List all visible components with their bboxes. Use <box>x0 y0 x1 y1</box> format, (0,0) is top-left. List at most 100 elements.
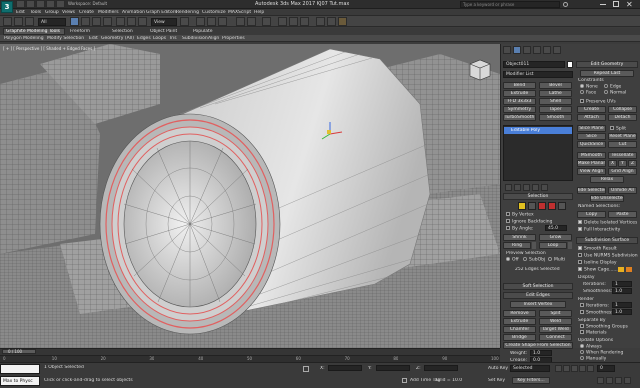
close-icon[interactable]: ✕ <box>626 0 633 9</box>
hierarchy-tab-icon[interactable] <box>523 46 531 54</box>
polygon-mode-icon[interactable] <box>548 202 556 210</box>
undo-icon[interactable] <box>46 0 55 8</box>
pan-icon[interactable] <box>606 377 613 384</box>
add-time-tag[interactable]: Add Time Tag <box>410 378 440 383</box>
maximize-icon[interactable] <box>613 1 619 7</box>
scale-icon[interactable] <box>138 17 147 26</box>
weight-spinner[interactable]: 1.0 <box>530 350 552 356</box>
hide-selected-button[interactable]: Hide Selected <box>577 187 606 194</box>
mod-taper-button[interactable]: Taper <box>539 106 572 113</box>
window-crossing-icon[interactable] <box>103 17 112 26</box>
object-color-swatch[interactable] <box>567 61 573 68</box>
menu-edit[interactable]: Edit <box>16 10 25 15</box>
modify-tab-icon[interactable] <box>513 46 521 54</box>
percent-snap-icon[interactable] <box>218 17 227 26</box>
shrink-button[interactable]: Shrink <box>503 234 536 241</box>
zoom-icon[interactable] <box>597 377 604 384</box>
mod-smooth-button[interactable]: Smooth <box>539 114 572 121</box>
mod-shell-button[interactable]: Shell <box>539 98 572 105</box>
render-smoothness-spinner[interactable]: 1.0 <box>612 309 632 315</box>
render-icon[interactable] <box>338 17 347 26</box>
x-coordinate-field[interactable] <box>328 365 362 371</box>
configure-sets-icon[interactable] <box>541 184 548 191</box>
constraint-edge-radio[interactable]: Edge <box>604 84 621 90</box>
key-filters-button[interactable]: Key Filters... <box>512 377 550 384</box>
mod-extrude-button[interactable]: Extrude <box>503 90 536 97</box>
layer-icon[interactable] <box>262 17 271 26</box>
preview-off-radio[interactable]: Off <box>506 257 519 263</box>
maxscript-listener-top[interactable] <box>0 364 40 374</box>
create-button[interactable]: Create <box>577 106 606 113</box>
rect-select-icon[interactable] <box>92 17 101 26</box>
mod-bend-button[interactable]: Bend <box>503 82 536 89</box>
materials-checkbox[interactable]: Materials <box>580 330 607 336</box>
make-unique-icon[interactable] <box>523 184 530 191</box>
render-iterations-checkbox[interactable]: Iterations: <box>580 303 609 309</box>
select-by-name-icon[interactable] <box>81 17 90 26</box>
mod-lathe-button[interactable]: Lathe <box>539 90 572 97</box>
connect-button[interactable]: Connect <box>539 334 572 341</box>
lock-selection-icon[interactable] <box>303 366 309 372</box>
by-vertex-checkbox[interactable]: By Vertex <box>506 212 534 218</box>
tab-freeform[interactable]: Freeform <box>70 29 90 34</box>
ignore-backfacing-checkbox[interactable]: Ignore Backfacing <box>506 219 552 225</box>
save-icon[interactable] <box>36 0 45 8</box>
viewcube[interactable] <box>469 59 491 81</box>
slice-button[interactable]: Slice <box>577 133 606 140</box>
panel-edit[interactable]: Edit <box>89 36 98 41</box>
split-checkbox[interactable]: Split <box>610 126 626 132</box>
redo-icon[interactable] <box>56 0 65 8</box>
edit-geometry-rollout-header[interactable]: Edit Geometry <box>576 61 638 68</box>
search-input[interactable]: Type a keyword or phrase <box>460 1 560 8</box>
create-tab-icon[interactable] <box>503 46 511 54</box>
repeat-last-button[interactable]: Repeat Last <box>580 70 634 77</box>
extrude-edge-button[interactable]: Extrude <box>503 318 536 325</box>
auto-key-label[interactable]: Auto Key <box>488 366 508 371</box>
render-setup-icon[interactable] <box>316 17 325 26</box>
border-mode-icon[interactable] <box>538 202 546 210</box>
key-mode-dropdown[interactable]: Selected <box>510 365 550 372</box>
new-icon[interactable] <box>16 0 25 8</box>
render-frame-icon[interactable] <box>327 17 336 26</box>
menu-tools[interactable]: Tools <box>30 10 41 15</box>
view-align-button[interactable]: View Align <box>577 168 606 175</box>
grid-align-button[interactable]: Grid Align <box>608 168 637 175</box>
constraint-normal-radio[interactable]: Normal <box>604 90 626 96</box>
planar-x-button[interactable]: X <box>608 160 617 167</box>
angle-spinner[interactable]: 45.0 <box>545 225 567 231</box>
workspace-label[interactable]: Workspace: Default <box>68 1 107 6</box>
update-when-rendering-radio[interactable]: When Rendering <box>580 350 623 356</box>
update-always-radio[interactable]: Always <box>580 344 602 350</box>
make-planar-button[interactable]: Make Planar <box>577 160 606 167</box>
collapse-button[interactable]: Collapse <box>608 106 637 113</box>
cage-color-swatch-1[interactable] <box>618 267 624 272</box>
menu-group[interactable]: Group <box>45 10 59 15</box>
quickslice-button[interactable]: QuickSlice <box>577 141 606 148</box>
viewport-perspective[interactable]: [ + ] [ Perspective ] [ Shaded + Edged F… <box>0 44 500 348</box>
rotate-icon[interactable] <box>127 17 136 26</box>
add-time-tag-icon[interactable] <box>402 378 407 383</box>
display-iterations-spinner[interactable]: 1 <box>612 281 632 287</box>
angle-snap-icon[interactable] <box>207 17 216 26</box>
selection-filter-dropdown[interactable]: All <box>38 18 66 26</box>
align-icon[interactable] <box>247 17 256 26</box>
cut-button[interactable]: Cut <box>608 141 637 148</box>
material-editor-icon[interactable] <box>300 17 309 26</box>
chamfer-button[interactable]: Chamfer <box>503 326 536 333</box>
element-mode-icon[interactable] <box>558 202 566 210</box>
unhide-all-button[interactable]: Unhide All <box>608 187 637 194</box>
edge-mode-icon[interactable] <box>528 202 536 210</box>
reset-plane-button[interactable]: Reset Plane <box>608 133 637 140</box>
pin-stack-icon[interactable] <box>505 184 512 191</box>
set-key-label[interactable]: Set Key <box>488 378 505 383</box>
pivot-icon[interactable] <box>180 17 189 26</box>
open-icon[interactable] <box>26 0 35 8</box>
vertex-mode-icon[interactable] <box>518 202 526 210</box>
search-icon[interactable] <box>563 2 568 7</box>
render-smoothness-checkbox[interactable]: Smoothness: <box>580 310 615 316</box>
mod-bevel-button[interactable]: Bevel <box>539 82 572 89</box>
show-end-result-icon[interactable] <box>514 184 521 191</box>
panel-tris[interactable]: Tris <box>169 36 177 41</box>
display-smoothness-spinner[interactable]: 1.0 <box>612 288 632 294</box>
maximize-viewport-icon[interactable] <box>624 377 631 384</box>
